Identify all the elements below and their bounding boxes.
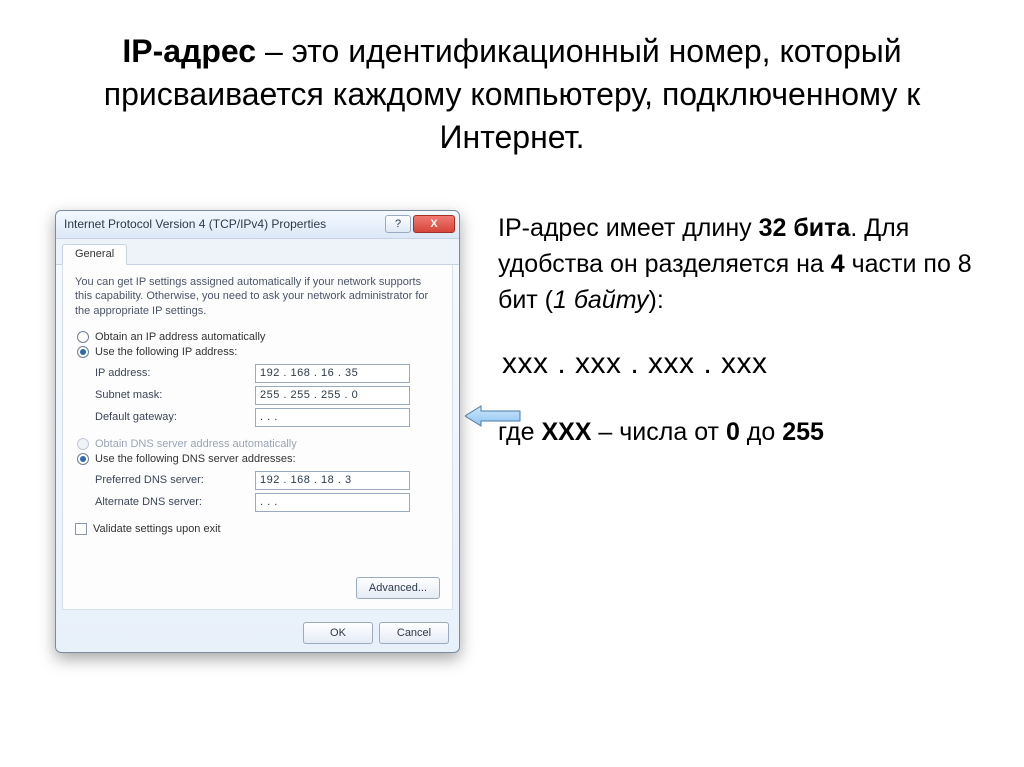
help-button[interactable]: ?	[385, 215, 411, 233]
radio-icon	[77, 453, 89, 465]
default-gateway-label: Default gateway:	[95, 411, 255, 423]
ip-address-field[interactable]: 192 . 168 . 16 . 35	[255, 364, 410, 383]
ok-button[interactable]: OK	[303, 622, 373, 644]
default-gateway-field[interactable]: . . .	[255, 408, 410, 427]
description-text: You can get IP settings assigned automat…	[75, 275, 440, 320]
radio-auto-ip[interactable]: Obtain an IP address automatically	[77, 331, 440, 343]
radio-icon	[77, 346, 89, 358]
validate-checkbox-row[interactable]: Validate settings upon exit	[75, 523, 440, 535]
tab-strip: General	[56, 239, 459, 265]
radio-label: Use the following DNS server addresses:	[95, 453, 296, 465]
radio-manual-ip[interactable]: Use the following IP address:	[77, 346, 440, 358]
close-button[interactable]: X	[413, 215, 455, 233]
ip-address-label: IP address:	[95, 367, 255, 379]
alternate-dns-field[interactable]: . . .	[255, 493, 410, 512]
alternate-dns-label: Alternate DNS server:	[95, 496, 255, 508]
subnet-mask-label: Subnet mask:	[95, 389, 255, 401]
checkbox-icon	[75, 523, 87, 535]
help-icon: ?	[395, 218, 401, 230]
radio-icon	[77, 331, 89, 343]
explanation-text: IP-адрес имеет длину 32 бита. Для удобст…	[460, 210, 994, 653]
preferred-dns-field[interactable]: 192 . 168 . 18 . 3	[255, 471, 410, 490]
radio-label: Use the following IP address:	[95, 346, 237, 358]
general-pane: You can get IP settings assigned automat…	[62, 265, 453, 610]
radio-auto-dns: Obtain DNS server address automatically	[77, 438, 440, 450]
ip-format-pattern: ххх . ххх . ххх . ххх	[502, 342, 994, 386]
dialog-title: Internet Protocol Version 4 (TCP/IPv4) P…	[64, 217, 383, 231]
arrow-icon	[465, 405, 521, 427]
radio-manual-dns[interactable]: Use the following DNS server addresses:	[77, 453, 440, 465]
cancel-button[interactable]: Cancel	[379, 622, 449, 644]
slide-heading: IP-адрес – это идентификационный номер, …	[0, 0, 1024, 170]
advanced-button[interactable]: Advanced...	[356, 577, 440, 599]
tab-general[interactable]: General	[62, 244, 127, 265]
radio-label: Obtain DNS server address automatically	[95, 438, 297, 450]
preferred-dns-label: Preferred DNS server:	[95, 474, 255, 486]
subnet-mask-field[interactable]: 255 . 255 . 255 . 0	[255, 386, 410, 405]
close-icon: X	[430, 218, 437, 230]
checkbox-label: Validate settings upon exit	[93, 523, 221, 535]
term: IP-адрес	[122, 33, 256, 69]
ipv4-properties-dialog: Internet Protocol Version 4 (TCP/IPv4) P…	[55, 210, 460, 653]
radio-icon	[77, 438, 89, 450]
radio-label: Obtain an IP address automatically	[95, 331, 265, 343]
